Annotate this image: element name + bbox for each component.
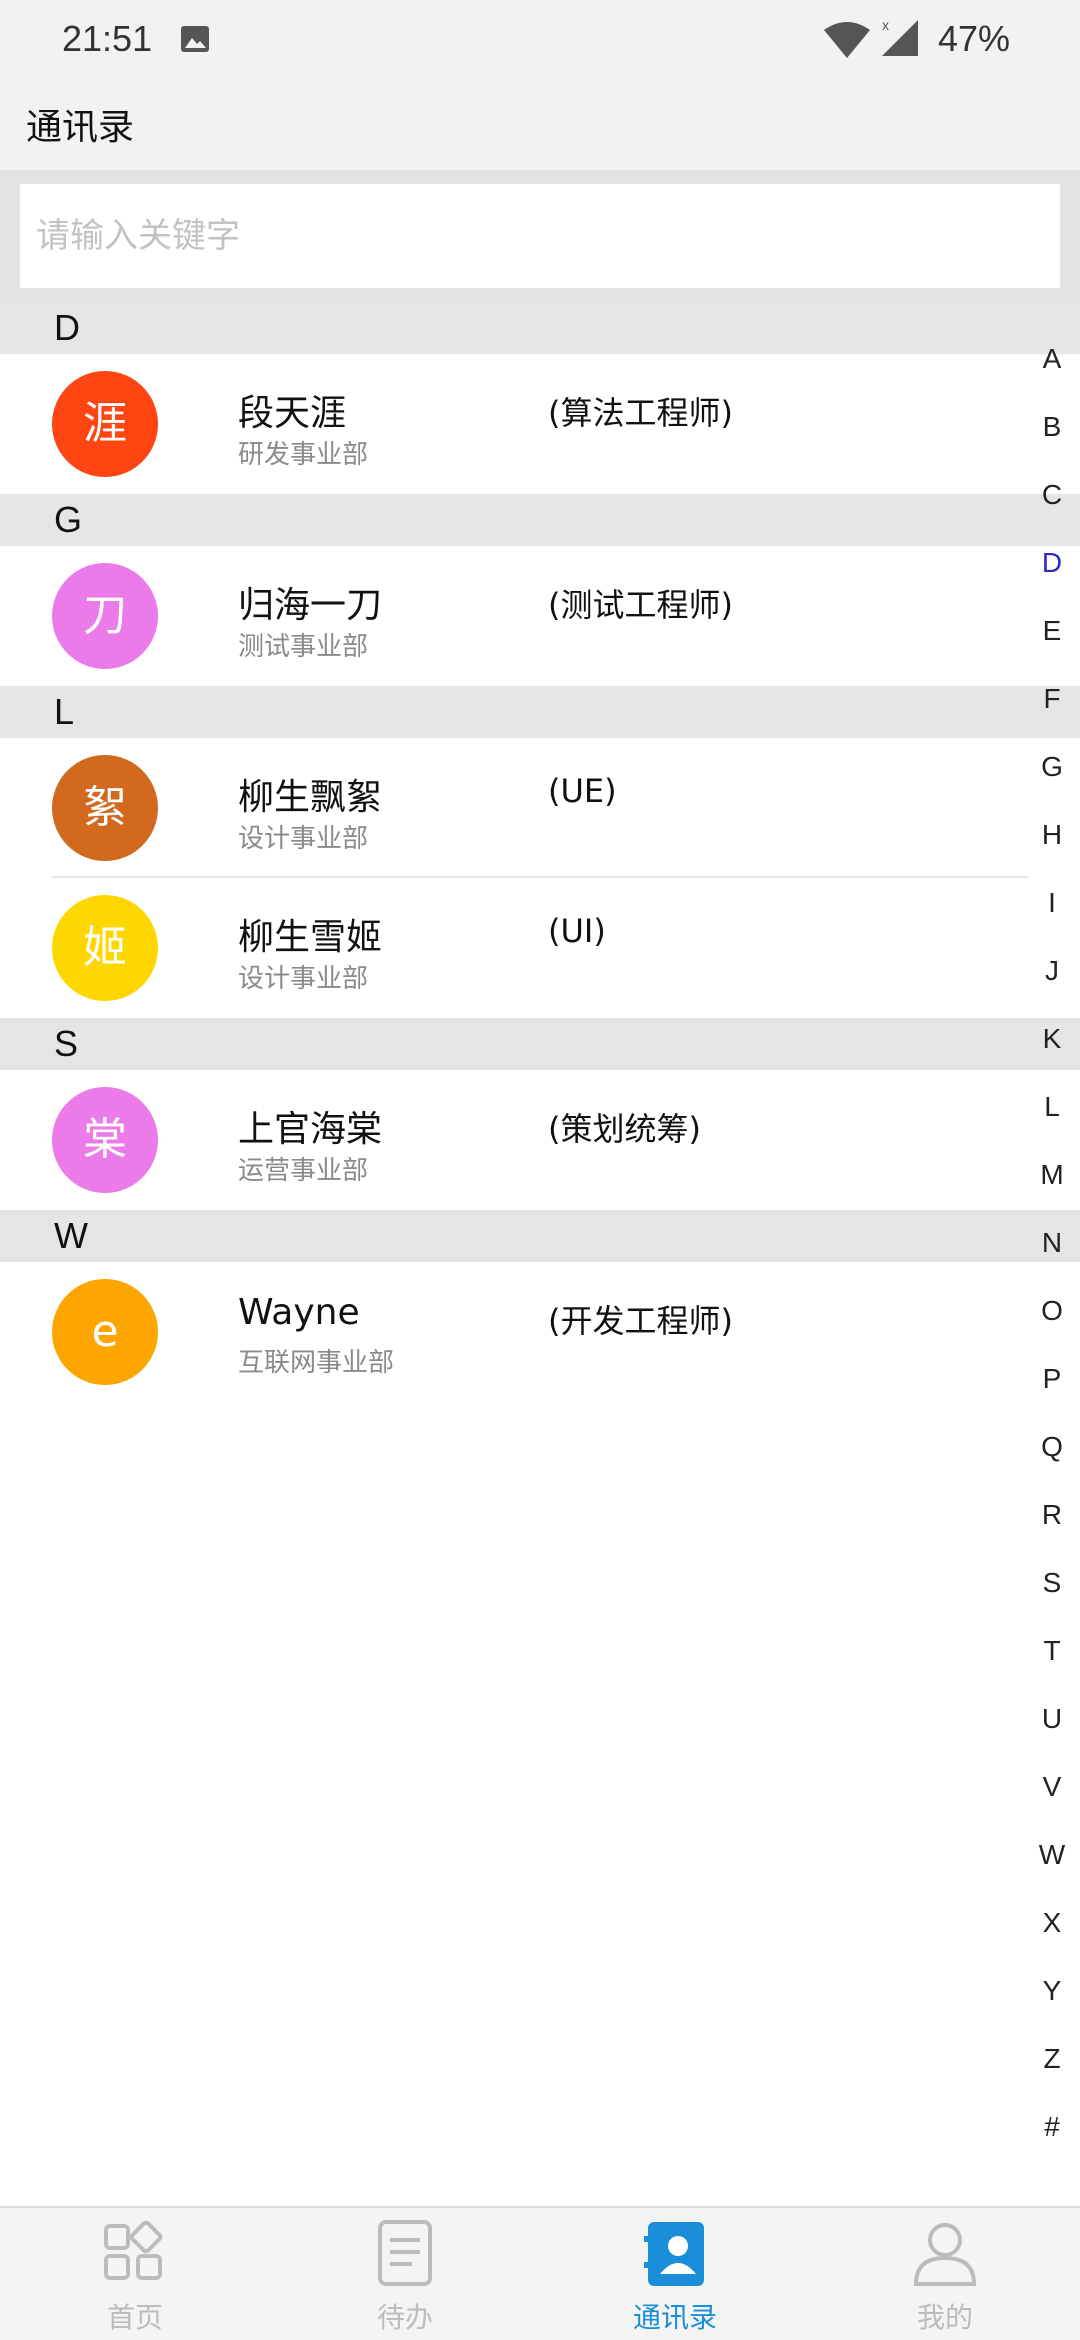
contact-row[interactable]: 棠 上官海棠运营事业部 (策划统筹) <box>0 1070 1080 1210</box>
tab-contacts-label: 通讯录 <box>632 2301 717 2334</box>
profile-person-icon <box>913 2223 977 2286</box>
contact-role: (策划统筹) <box>548 1110 701 1148</box>
contact-name: 柳生雪姬 <box>238 917 383 958</box>
alphabet-letter[interactable]: X <box>1032 1899 1072 1967</box>
alphabet-letter[interactable]: M <box>1032 1151 1072 1219</box>
alphabet-letter[interactable]: V <box>1032 1763 1072 1831</box>
alphabet-letter[interactable]: T <box>1032 1627 1072 1695</box>
section-header: G <box>0 494 1080 546</box>
section-header: S <box>0 1018 1080 1070</box>
alphabet-letter[interactable]: Z <box>1032 2035 1072 2103</box>
contact-list: D 涯段天涯 研发事业部 (算法工程师) G 刀归海一刀 测试事业部 (测试工程师) L 絮柳生飘… <box>0 302 1080 1402</box>
alphabet-letter[interactable]: W <box>1032 1831 1072 1899</box>
alphabet-letter[interactable]: P <box>1032 1355 1072 1423</box>
contact-avatar: 姬 <box>52 895 158 1001</box>
alphabet-letter[interactable]: R <box>1032 1491 1072 1559</box>
contact-role: (UI) <box>548 912 606 950</box>
alphabet-letter[interactable]: Q <box>1032 1423 1072 1491</box>
alphabet-letter[interactable]: U <box>1032 1695 1072 1763</box>
contacts-book-icon <box>644 2222 704 2286</box>
contact-name: 段天涯 <box>238 393 347 434</box>
contact-avatar: 刀 <box>52 563 158 669</box>
contact-row[interactable]: 絮 柳生飘絮设计事业部 (UE) <box>0 738 1080 878</box>
svg-text:x: x <box>882 17 889 33</box>
section-header: L <box>0 686 1080 738</box>
contact-name: 上官海棠 <box>238 1109 383 1150</box>
tab-profile[interactable]: 我的 <box>810 2208 1080 2340</box>
search-input[interactable] <box>20 184 1060 288</box>
alphabet-letter[interactable]: K <box>1032 1015 1072 1083</box>
contact-department: 设计事业部 <box>238 964 369 994</box>
bottom-navigation: 首页 待办 通讯录 我的 <box>0 2206 1080 2340</box>
status-time: 21:51 <box>62 18 153 59</box>
search-container <box>0 170 1080 302</box>
tab-todo[interactable]: 待办 <box>270 2208 540 2340</box>
contact-avatar: 棠 <box>52 1087 158 1193</box>
alphabet-letter[interactable]: H <box>1032 811 1072 879</box>
contact-avatar: e <box>52 1279 158 1385</box>
alphabet-letter[interactable]: D <box>1032 539 1072 607</box>
contact-name: 柳生飘絮 <box>238 777 383 818</box>
alphabet-letter[interactable]: I <box>1032 879 1072 947</box>
section-header: W <box>0 1210 1080 1262</box>
todo-document-icon <box>378 2220 432 2286</box>
contact-avatar: 絮 <box>52 755 158 861</box>
tab-todo-label: 待办 <box>376 2301 433 2334</box>
alphabet-letter[interactable]: S <box>1032 1559 1072 1627</box>
alphabet-letter[interactable]: A <box>1032 335 1072 403</box>
contact-department: 研发事业部 <box>238 440 369 470</box>
contact-department: 测试事业部 <box>238 632 369 662</box>
contact-row[interactable]: 涯 段天涯研发事业部 (算法工程师) <box>0 354 1080 494</box>
alphabet-letter[interactable]: L <box>1032 1083 1072 1151</box>
alphabet-letter[interactable]: N <box>1032 1219 1072 1287</box>
alphabet-letter[interactable]: # <box>1032 2103 1072 2171</box>
contact-role: (测试工程师) <box>548 586 733 624</box>
tab-profile-label: 我的 <box>916 2301 973 2334</box>
wifi-icon <box>824 22 870 58</box>
contact-row[interactable]: e Wayne 互联网事业部 (开发工程师) <box>0 1262 1080 1402</box>
contact-avatar: 涯 <box>52 371 158 477</box>
page-title: 通讯录 <box>26 107 135 148</box>
contact-department: 设计事业部 <box>238 824 369 854</box>
section-header: D <box>0 302 1080 354</box>
alphabet-letter[interactable]: Y <box>1032 1967 1072 2035</box>
tab-contacts[interactable]: 通讯录 <box>540 2208 810 2340</box>
contact-row[interactable]: 刀 归海一刀测试事业部 (测试工程师) <box>0 546 1080 686</box>
tab-home[interactable]: 首页 <box>0 2208 270 2340</box>
status-bar: 21:51 x 47% <box>0 0 1080 80</box>
contact-department: 互联网事业部 <box>238 1348 395 1378</box>
signal-icon: x <box>882 17 918 56</box>
title-bar: 通讯录 <box>0 80 1080 170</box>
contact-department: 运营事业部 <box>238 1156 369 1186</box>
contact-name: 归海一刀 <box>238 585 383 626</box>
home-grid-icon <box>104 2220 163 2280</box>
alphabet-letter[interactable]: E <box>1032 607 1072 675</box>
alphabet-letter[interactable]: B <box>1032 403 1072 471</box>
contact-role: (UE) <box>548 772 617 810</box>
contact-role: (开发工程师) <box>548 1302 733 1340</box>
contact-row[interactable]: 姬 柳生雪姬设计事业部 (UI) <box>0 878 1080 1018</box>
image-notification-icon <box>181 26 209 52</box>
battery-percent: 47% <box>938 18 1011 59</box>
alphabet-letter[interactable]: J <box>1032 947 1072 1015</box>
contact-role: (算法工程师) <box>548 394 733 432</box>
contact-name: Wayne <box>238 1292 360 1333</box>
alphabet-index[interactable]: A B C D E F G H I J K L M N O P Q R S T U V W X Y Z # <box>1032 335 1072 2171</box>
alphabet-letter[interactable]: C <box>1032 471 1072 539</box>
tab-home-label: 首页 <box>106 2301 163 2334</box>
alphabet-letter[interactable]: G <box>1032 743 1072 811</box>
alphabet-letter[interactable]: O <box>1032 1287 1072 1355</box>
alphabet-letter[interactable]: F <box>1032 675 1072 743</box>
